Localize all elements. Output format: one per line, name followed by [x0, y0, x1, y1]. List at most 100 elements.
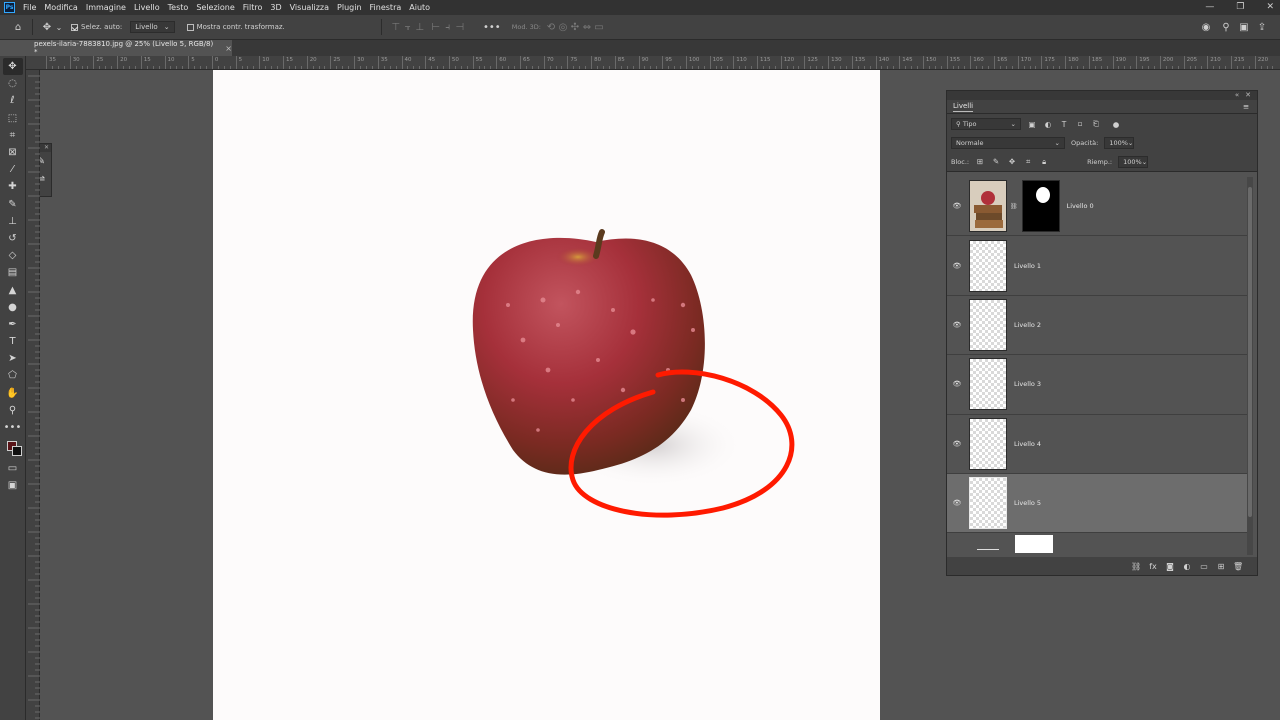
user-icon[interactable]: ◉	[1200, 21, 1212, 33]
menu-visualizza[interactable]: Visualizza	[286, 0, 333, 15]
document-canvas[interactable]	[213, 70, 880, 720]
restore-icon[interactable]: ❐	[1236, 0, 1244, 15]
lock-artboard-icon[interactable]: ⌗	[1023, 157, 1033, 167]
panel-menu-icon[interactable]: ≡	[1241, 102, 1251, 111]
visibility-eye-icon[interactable]: 👁︎	[947, 262, 967, 270]
layer-filter-dropdown[interactable]: ⚲ Tipo ⌄	[951, 118, 1021, 130]
workspace-icon[interactable]: ▣	[1238, 21, 1250, 33]
layer-row-partial[interactable]: 👁︎	[947, 533, 1247, 555]
dodge-tool-icon[interactable]: ●	[3, 299, 23, 316]
menu-plugin[interactable]: Plugin	[333, 0, 366, 15]
path-select-tool-icon[interactable]: ➤	[3, 350, 23, 367]
layer-name[interactable]: Livello 2	[1014, 321, 1041, 329]
menu-livello[interactable]: Livello	[130, 0, 164, 15]
menu-file[interactable]: File	[19, 0, 40, 15]
share-icon[interactable]: ⇪	[1256, 21, 1268, 33]
visibility-eye-icon[interactable]: 👁︎	[947, 321, 967, 329]
blur-tool-icon[interactable]: ▲	[3, 281, 23, 298]
chevron-down-icon[interactable]: ⌄	[53, 21, 65, 33]
close-panel-icon[interactable]: ✕	[44, 144, 49, 152]
hand-tool-icon[interactable]: ✋	[3, 385, 23, 402]
layer-name[interactable]: Livello 1	[1014, 262, 1041, 270]
layer-row-livello-3[interactable]: 👁︎ Livello 3	[947, 355, 1247, 415]
menu-aiuto[interactable]: Aiuto	[405, 0, 434, 15]
filter-toggle-icon[interactable]: ●	[1111, 120, 1121, 129]
show-transform-option[interactable]: Mostra contr. trasformaz.	[186, 23, 285, 31]
lock-position-icon[interactable]: ✥	[1007, 157, 1017, 166]
align-bottom-icon[interactable]: ⊥	[414, 21, 426, 33]
layer-row-livello-4[interactable]: 👁︎ Livello 4	[947, 414, 1247, 474]
photoshop-logo-icon[interactable]: Ps	[4, 2, 15, 13]
eraser-tool-icon[interactable]: ◇	[3, 247, 23, 264]
gradient-tool-icon[interactable]: ▤	[3, 264, 23, 281]
visibility-eye-icon[interactable]: 👁︎	[947, 202, 967, 210]
fill-field[interactable]: 100% ⌄	[1118, 155, 1149, 168]
slide-3d-icon[interactable]: ⇔	[581, 21, 593, 33]
healing-brush-tool-icon[interactable]: ✚	[3, 178, 23, 195]
camera-3d-icon[interactable]: ▭	[593, 21, 605, 33]
layer-name[interactable]: Livello 5	[1014, 499, 1041, 507]
menu-finestra[interactable]: Finestra	[366, 0, 406, 15]
show-transform-checkbox[interactable]	[186, 23, 194, 31]
close-window-icon[interactable]: ✕	[1266, 0, 1274, 15]
lock-transparency-icon[interactable]: ⊞	[975, 157, 985, 166]
opacity-field[interactable]: 100% ⌄	[1104, 137, 1135, 149]
mask-link-icon[interactable]: ⛓︎	[1010, 203, 1018, 210]
shape-tool-icon[interactable]: ⬠	[3, 367, 23, 384]
adjustment-layer-icon[interactable]: ◐	[1182, 562, 1192, 571]
minimize-icon[interactable]: —	[1205, 0, 1214, 15]
screen-mode-icon[interactable]: ▣	[3, 477, 23, 494]
layer-name[interactable]: Livello 4	[1014, 440, 1041, 448]
scrollbar-thumb[interactable]	[1248, 187, 1252, 517]
add-mask-icon[interactable]: ◙	[1165, 562, 1175, 571]
roll-3d-icon[interactable]: ◎	[557, 21, 569, 33]
menu-modifica[interactable]: Modifica	[40, 0, 81, 15]
drag-3d-icon[interactable]: ✣	[569, 21, 581, 33]
new-layer-icon[interactable]: ⊞	[1216, 562, 1226, 571]
collapse-panel-icon[interactable]: «	[1235, 91, 1239, 100]
more-tools-icon[interactable]: •••	[3, 419, 23, 436]
filter-pixel-icon[interactable]: ▣	[1027, 120, 1037, 129]
filter-type-icon[interactable]: T	[1059, 120, 1069, 129]
color-swatches[interactable]	[3, 436, 23, 460]
layers-scrollbar[interactable]	[1247, 177, 1253, 555]
delete-layer-icon[interactable]: 🗑︎	[1233, 562, 1243, 571]
clone-stamp-tool-icon[interactable]: ⊥	[3, 213, 23, 230]
move-tool-icon[interactable]: ✥	[41, 21, 53, 33]
layer-name[interactable]: Livello 3	[1014, 380, 1041, 388]
document-tab[interactable]: pexels-ilaria-7883810.jpg @ 25% (Livello…	[26, 40, 232, 56]
layer-row-livello-5[interactable]: 👁︎ Livello 5	[947, 473, 1247, 534]
layer-row-livello-1[interactable]: 👁︎ Livello 1	[947, 236, 1247, 296]
move-tool-icon[interactable]: ✥	[2, 58, 23, 76]
close-panel-icon[interactable]: ✕	[1245, 91, 1251, 100]
layer-name[interactable]: Livello 0	[1067, 202, 1094, 210]
blend-mode-dropdown[interactable]: Normale ⌄	[951, 137, 1065, 149]
layers-panel-title[interactable]: Livelli	[953, 102, 974, 112]
crop-tool-icon[interactable]: ⌗	[3, 127, 23, 144]
object-select-tool-icon[interactable]: ⬚	[3, 110, 23, 127]
type-tool-icon[interactable]: T	[3, 333, 23, 350]
background-color-swatch[interactable]	[11, 446, 22, 457]
history-brush-tool-icon[interactable]: ↺	[3, 230, 23, 247]
align-top-icon[interactable]: ⊤	[390, 21, 402, 33]
link-layers-icon[interactable]: ⛓︎	[1131, 562, 1141, 571]
home-icon[interactable]: ⌂	[12, 21, 24, 33]
auto-select-dropdown[interactable]: Livello ⌄	[130, 21, 175, 33]
filter-adjustment-icon[interactable]: ◐	[1043, 120, 1053, 129]
layer-row-livello-2[interactable]: 👁︎ Livello 2	[947, 295, 1247, 356]
new-group-icon[interactable]: ▭	[1199, 562, 1209, 571]
search-icon[interactable]: ⚲	[1220, 21, 1232, 33]
menu-3d[interactable]: 3D	[266, 0, 285, 15]
visibility-eye-icon[interactable]: 👁︎	[947, 440, 967, 448]
align-right-icon[interactable]: ⊣	[454, 21, 466, 33]
align-vcenter-icon[interactable]: ⫟	[402, 21, 414, 33]
filter-shape-icon[interactable]: ⌑	[1075, 120, 1085, 129]
menu-selezione[interactable]: Selezione	[192, 0, 238, 15]
more-options-icon[interactable]: •••	[483, 21, 501, 33]
align-hcenter-icon[interactable]: ⫞	[442, 21, 454, 33]
menu-immagine[interactable]: Immagine	[82, 0, 130, 15]
pen-tool-icon[interactable]: ✒	[3, 316, 23, 333]
marquee-tool-icon[interactable]: ◌	[3, 75, 23, 92]
zoom-tool-icon[interactable]: ⚲	[3, 402, 23, 419]
frame-tool-icon[interactable]: ⊠	[3, 144, 23, 161]
